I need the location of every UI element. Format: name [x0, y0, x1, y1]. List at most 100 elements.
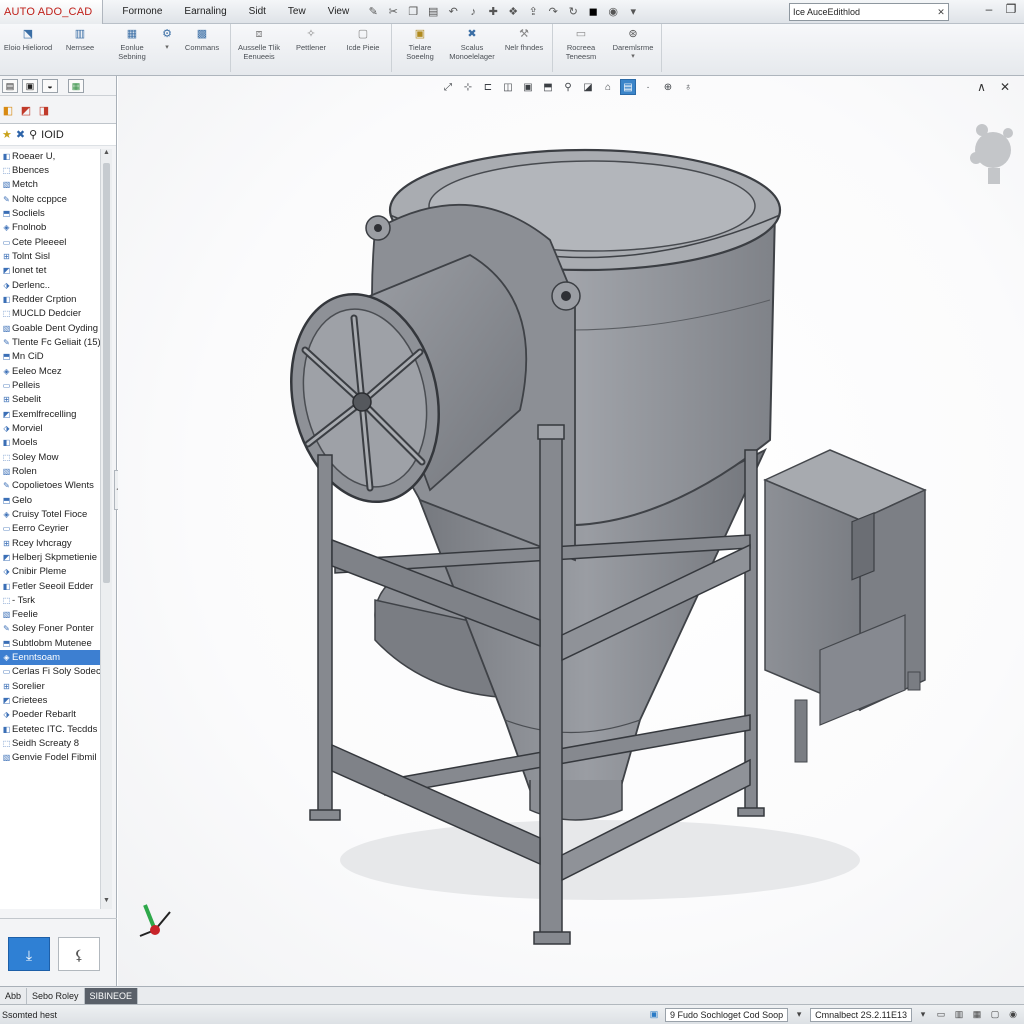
paste-icon[interactable]: ▤ [426, 5, 440, 18]
tree-item[interactable]: ✎ Soley Foner Ponter [0, 622, 100, 636]
tree-item[interactable]: ◧ Fetler Seeoil Edder [0, 579, 100, 593]
tree-item[interactable]: ◩ Exemlfrecelling [0, 407, 100, 421]
chevron-down-icon[interactable]: ▾ [916, 1009, 930, 1020]
search-input[interactable]: Ice AuceEdithlod ✕ [789, 3, 949, 21]
tree-item[interactable]: ⊞ Rcey lvhcragy [0, 536, 100, 550]
globe-icon[interactable]: ◉ [606, 5, 620, 18]
dimension-icon[interactable]: ⚸ [58, 937, 100, 971]
view-cube-icon[interactable] [970, 124, 1013, 184]
window-icon[interactable]: ▢ [988, 1009, 1002, 1020]
close-icon[interactable]: ✖ [16, 128, 25, 141]
tree-scrollbar[interactable]: ▲ ▼ [100, 149, 112, 909]
tree-item[interactable]: ⬚ Seidh Screaty 8 [0, 736, 100, 750]
tree-item[interactable]: ▭ Cerlas Fi Soly Sodec [0, 665, 100, 679]
scroll-thumb[interactable] [103, 163, 110, 583]
tree-item[interactable]: ◩ Helberj Skpmetienie [0, 550, 100, 564]
tree-item[interactable]: ✎ Copolietoes Wlents [0, 479, 100, 493]
chevron-down-icon[interactable]: ▾ [626, 5, 640, 18]
tree-item[interactable]: ⊞ Tolnt Sisl [0, 249, 100, 263]
ribbon-button-9[interactable]: ▣ Tielare Soeelng [394, 24, 446, 72]
ribbon-button-10[interactable]: ✖ Scalus Monoelelager [446, 24, 498, 72]
ribbon-button-5[interactable]: ▩ Commans [176, 24, 228, 72]
dropdown-icon[interactable]: ▾ [792, 1009, 806, 1020]
link-icon[interactable]: ⚲ [29, 128, 37, 141]
tree-item[interactable]: ⬒ Socliels [0, 206, 100, 220]
tree-item[interactable]: ⬗ Poeder Rebarlt [0, 708, 100, 722]
status-document-field[interactable]: 9 Fudo Sochloget Cod Soop [665, 1007, 789, 1022]
group-icon[interactable]: ❖ [506, 5, 520, 18]
undo-icon[interactable]: ↶ [446, 5, 460, 18]
tree-item[interactable]: ⬒ Gelo [0, 493, 100, 507]
tree-item[interactable]: ◈ Eenntsoam [0, 650, 100, 665]
tree-item[interactable]: ⬗ Derlenc.. [0, 278, 100, 292]
close-icon[interactable]: ✕ [934, 7, 948, 18]
share-icon[interactable]: ⇪ [526, 5, 540, 18]
monitor-icon[interactable]: ▭ [934, 1009, 948, 1020]
tree-item[interactable]: ▧ Genvie Fodel Fibmil [0, 751, 100, 765]
layers-icon[interactable]: ▥ [952, 1009, 966, 1020]
tree-item[interactable]: ◈ Eeleo Mcez [0, 364, 100, 378]
tree-item[interactable]: ◧ Moels [0, 436, 100, 450]
copy-icon[interactable]: ❐ [406, 5, 420, 18]
grid-icon[interactable]: ▦ [970, 1009, 984, 1020]
scroll-down-icon[interactable]: ▼ [101, 897, 112, 909]
tab-active[interactable]: SIBINEOE [84, 987, 139, 1004]
tab-sebo-roley[interactable]: Sebo Roley [27, 987, 85, 1004]
app-logo[interactable]: AUTO ADO_CAD [0, 0, 104, 24]
insert-icon[interactable]: ⤓ [8, 937, 50, 971]
ribbon-button-3[interactable]: ▦ Eonlue Sebning [106, 24, 158, 72]
wrench-icon[interactable]: ✎ [366, 5, 380, 18]
ribbon-button-8[interactable]: ▢ Icde Pieie [337, 24, 389, 72]
tree-item[interactable]: ◈ Cruisy Totel Fioce [0, 507, 100, 521]
bell-icon[interactable]: ♪ [466, 6, 480, 18]
tree-item[interactable]: ⬒ Subtlobm Mutenee [0, 636, 100, 650]
property-tab-icon[interactable]: ◩ [18, 102, 34, 120]
tree-item[interactable]: ▧ Metch [0, 178, 100, 192]
menu-item-sidt[interactable]: Sidt [238, 6, 277, 17]
tree-item[interactable]: ⬗ Cnibir Pleme [0, 565, 100, 579]
menu-item-tew[interactable]: Tew [277, 6, 317, 17]
tree-item[interactable]: ▧ Goable Dent Oyding [0, 321, 100, 335]
ribbon-button-13[interactable]: ⊛ Daremlsrme ▾ [607, 24, 659, 72]
tree-item[interactable]: ◧ Eetetec ITC. Tecdds [0, 722, 100, 736]
ribbon-button-11[interactable]: ⚒ Nelr fhndes [498, 24, 550, 72]
redo-icon[interactable]: ↷ [546, 5, 560, 18]
tree-item[interactable]: ◧ Roeaer U, [0, 149, 100, 163]
tree-item[interactable]: ✎ Nolte ccppce [0, 192, 100, 206]
tree-item[interactable]: ⊞ Sorelier [0, 679, 100, 693]
ribbon-button-7[interactable]: ✧ Pettlener [285, 24, 337, 72]
palette-icon[interactable]: ◒ [42, 79, 58, 93]
layout-icon[interactable]: ▤ [2, 79, 18, 93]
tree-item[interactable]: ▭ Eerro Ceyrier [0, 522, 100, 536]
record-icon[interactable]: ◼ [586, 5, 600, 18]
tool-icon[interactable]: ✚ [486, 5, 500, 18]
ribbon-button-12[interactable]: ▭ Rocreea Teneesm [555, 24, 607, 72]
tree-item[interactable]: ▭ Pelleis [0, 378, 100, 392]
cut-icon[interactable]: ✂ [386, 5, 400, 18]
ribbon-button-1[interactable]: ⬔ Eloio Hieliorod [2, 24, 54, 72]
menu-item-earnaling[interactable]: Earnaling [173, 6, 237, 17]
tree-item[interactable]: ▧ Rolen [0, 464, 100, 478]
tree-item[interactable]: ⬚ Soley Mow [0, 450, 100, 464]
ribbon-button-2[interactable]: ▥ Nernsee [54, 24, 106, 72]
scroll-up-icon[interactable]: ▲ [101, 149, 112, 161]
restore-button[interactable]: ❐ [1002, 2, 1020, 16]
config-tab-icon[interactable]: ◨ [36, 102, 52, 120]
tree-item[interactable]: ⬚ Bbences [0, 163, 100, 177]
tree-item[interactable]: ✎ Tlente Fc Geliait (15) [0, 335, 100, 349]
tree-item[interactable]: ⬚ MUCLD Dedcier [0, 307, 100, 321]
status-version-field[interactable]: Cmnalbect 2S.2.11E13 [810, 1007, 912, 1022]
minimize-button[interactable]: – [980, 2, 998, 16]
tree-item[interactable]: ◩ Ionet tet [0, 264, 100, 278]
tree-item[interactable]: ⬒ Mn CiD [0, 350, 100, 364]
tab-abb[interactable]: Abb [0, 987, 28, 1004]
feature-tree-tab-icon[interactable]: ◧ [0, 102, 16, 120]
refresh-icon[interactable]: ↻ [566, 5, 580, 18]
ribbon-button-4[interactable]: ⚙ ▾ [158, 24, 176, 72]
tree-item[interactable]: ▧ Feelie [0, 608, 100, 622]
tree-item[interactable]: ◧ Redder Crption [0, 292, 100, 306]
menu-item-formone[interactable]: Formone [111, 6, 173, 17]
grid-icon[interactable]: ▦ [68, 79, 84, 93]
ribbon-button-6[interactable]: ⧈ Ausselle Tlik Eenueeis [233, 24, 285, 72]
tree-item[interactable]: ◩ Crietees [0, 693, 100, 707]
